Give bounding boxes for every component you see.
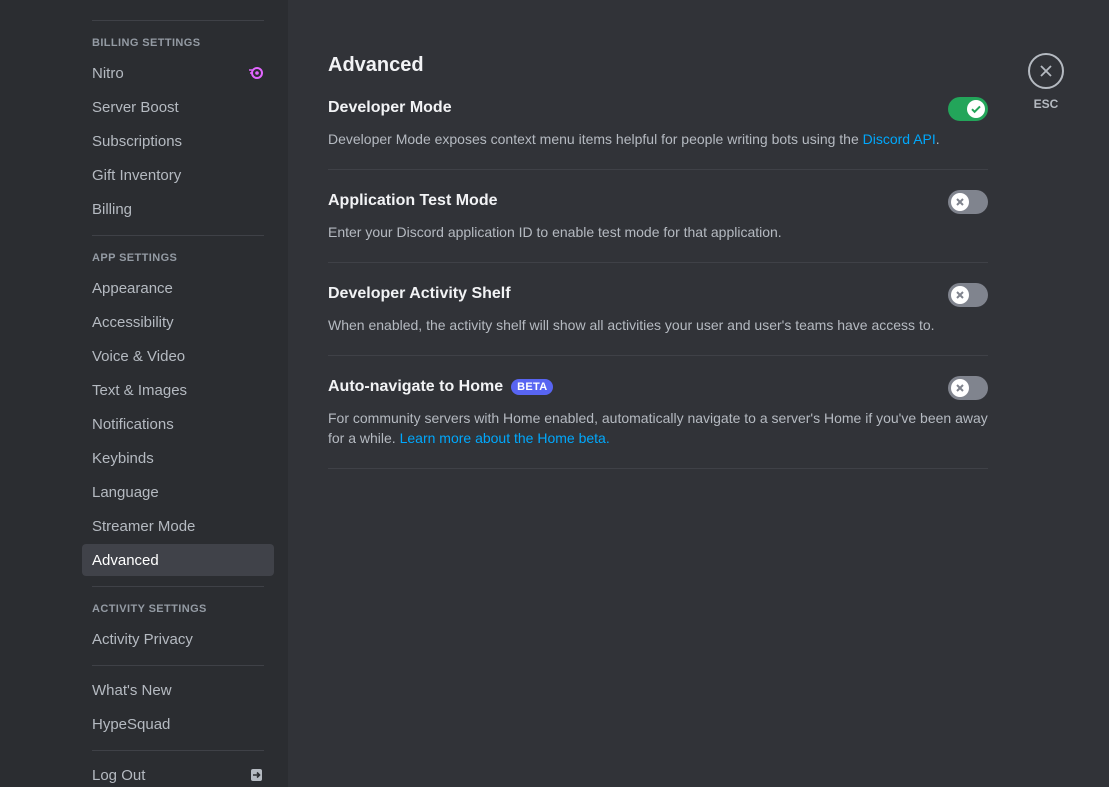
- page-title: Advanced: [328, 54, 424, 76]
- desc-text: Developer Mode exposes context menu item…: [328, 131, 863, 147]
- developer-mode-toggle[interactable]: [948, 97, 988, 121]
- setting-desc-developer-activity-shelf: When enabled, the activity shelf will sh…: [328, 317, 935, 333]
- sidebar-divider: [92, 750, 264, 751]
- row-divider: [328, 355, 988, 356]
- setting-title-application-test-mode: Application Test Mode: [328, 192, 497, 210]
- home-beta-link[interactable]: Learn more about the Home beta.: [400, 430, 610, 446]
- row-divider: [328, 468, 988, 469]
- sidebar-item-label: Subscriptions: [92, 132, 183, 150]
- setting-title-auto-navigate-home: Auto-navigate to Home BETA: [328, 378, 554, 396]
- section-header-billing: Billing Settings: [92, 37, 201, 49]
- setting-desc-application-test-mode: Enter your Discord application ID to ena…: [328, 224, 782, 240]
- sidebar-item-server-boost[interactable]: Server Boost: [82, 91, 274, 123]
- sidebar-item-label: Nitro: [92, 64, 124, 82]
- sidebar-item-notifications[interactable]: Notifications: [82, 408, 274, 440]
- sidebar-item-nitro[interactable]: Nitro: [82, 57, 274, 89]
- sidebar-item-billing[interactable]: Billing: [82, 193, 274, 225]
- sidebar-item-language[interactable]: Language: [82, 476, 274, 508]
- toggle-knob: [967, 100, 985, 118]
- setting-title-text: Auto-navigate to Home: [328, 378, 504, 395]
- sidebar-item-label: Notifications: [92, 415, 174, 433]
- sidebar-item-label: Text & Images: [92, 381, 188, 399]
- beta-badge: BETA: [511, 379, 554, 395]
- sidebar-item-logout[interactable]: Log Out: [82, 759, 274, 787]
- logout-icon: [248, 767, 264, 783]
- row-divider: [328, 262, 988, 263]
- esc-label: ESC: [1033, 97, 1059, 111]
- sidebar-item-streamer-mode[interactable]: Streamer Mode: [82, 510, 274, 542]
- sidebar-item-appearance[interactable]: Appearance: [82, 272, 274, 304]
- sidebar-item-label: HypeSquad: [92, 715, 171, 733]
- sidebar-item-label: Billing: [92, 200, 133, 218]
- sidebar-item-label: Language: [92, 483, 159, 501]
- section-header-activity: Activity Settings: [92, 603, 207, 615]
- sidebar-item-label: Streamer Mode: [92, 517, 196, 535]
- sidebar-item-gift-inventory[interactable]: Gift Inventory: [82, 159, 274, 191]
- check-icon: [971, 105, 981, 114]
- sidebar-item-accessibility[interactable]: Accessibility: [82, 306, 274, 338]
- sidebar-item-label: Log Out: [92, 766, 146, 784]
- close-button[interactable]: [1028, 53, 1064, 89]
- setting-desc-developer-mode: Developer Mode exposes context menu item…: [328, 129, 988, 149]
- row-divider: [328, 169, 988, 170]
- sidebar-divider: [92, 235, 264, 236]
- sidebar-item-voice-video[interactable]: Voice & Video: [82, 340, 274, 372]
- developer-activity-shelf-toggle[interactable]: [948, 283, 988, 307]
- sidebar-divider: [92, 665, 264, 666]
- sidebar-item-advanced[interactable]: Advanced: [82, 544, 274, 576]
- auto-navigate-home-toggle[interactable]: [948, 376, 988, 400]
- sidebar-item-hypesquad[interactable]: HypeSquad: [82, 708, 274, 740]
- section-header-app: App Settings: [92, 252, 178, 264]
- x-icon: [956, 291, 964, 299]
- sidebar-divider: [92, 586, 264, 587]
- toggle-knob: [951, 379, 969, 397]
- setting-title-text: Developer Activity Shelf: [328, 285, 511, 302]
- close-icon: [1040, 65, 1052, 77]
- sidebar-item-text-images[interactable]: Text & Images: [82, 374, 274, 406]
- toggle-knob: [951, 286, 969, 304]
- sidebar-item-label: Server Boost: [92, 98, 179, 116]
- x-icon: [956, 198, 964, 206]
- sidebar-item-label: Voice & Video: [92, 347, 186, 365]
- sidebar-item-label: Accessibility: [92, 313, 174, 331]
- setting-desc-auto-navigate-home: For community servers with Home enabled,…: [328, 408, 988, 448]
- sidebar-item-label: Appearance: [92, 279, 173, 297]
- sidebar-item-label: Activity Privacy: [92, 630, 193, 648]
- sidebar-item-subscriptions[interactable]: Subscriptions: [82, 125, 274, 157]
- x-icon: [956, 384, 964, 392]
- setting-title-developer-activity-shelf: Developer Activity Shelf: [328, 285, 511, 303]
- application-test-mode-toggle[interactable]: [948, 190, 988, 214]
- sidebar-item-label: What's New: [92, 681, 172, 699]
- sidebar-item-label: Advanced: [92, 551, 159, 569]
- discord-api-link[interactable]: Discord API: [863, 131, 936, 147]
- nitro-icon: [248, 65, 264, 81]
- setting-title-developer-mode: Developer Mode: [328, 99, 452, 117]
- sidebar-item-keybinds[interactable]: Keybinds: [82, 442, 274, 474]
- sidebar-item-activity-privacy[interactable]: Activity Privacy: [82, 623, 274, 655]
- sidebar-item-whats-new[interactable]: What's New: [82, 674, 274, 706]
- desc-text: .: [935, 131, 940, 147]
- sidebar-item-label: Keybinds: [92, 449, 154, 467]
- setting-title-text: Application Test Mode: [328, 192, 498, 209]
- sidebar-item-label: Gift Inventory: [92, 166, 182, 184]
- setting-title-text: Developer Mode: [328, 99, 452, 116]
- sidebar-divider: [92, 20, 264, 21]
- toggle-knob: [951, 193, 969, 211]
